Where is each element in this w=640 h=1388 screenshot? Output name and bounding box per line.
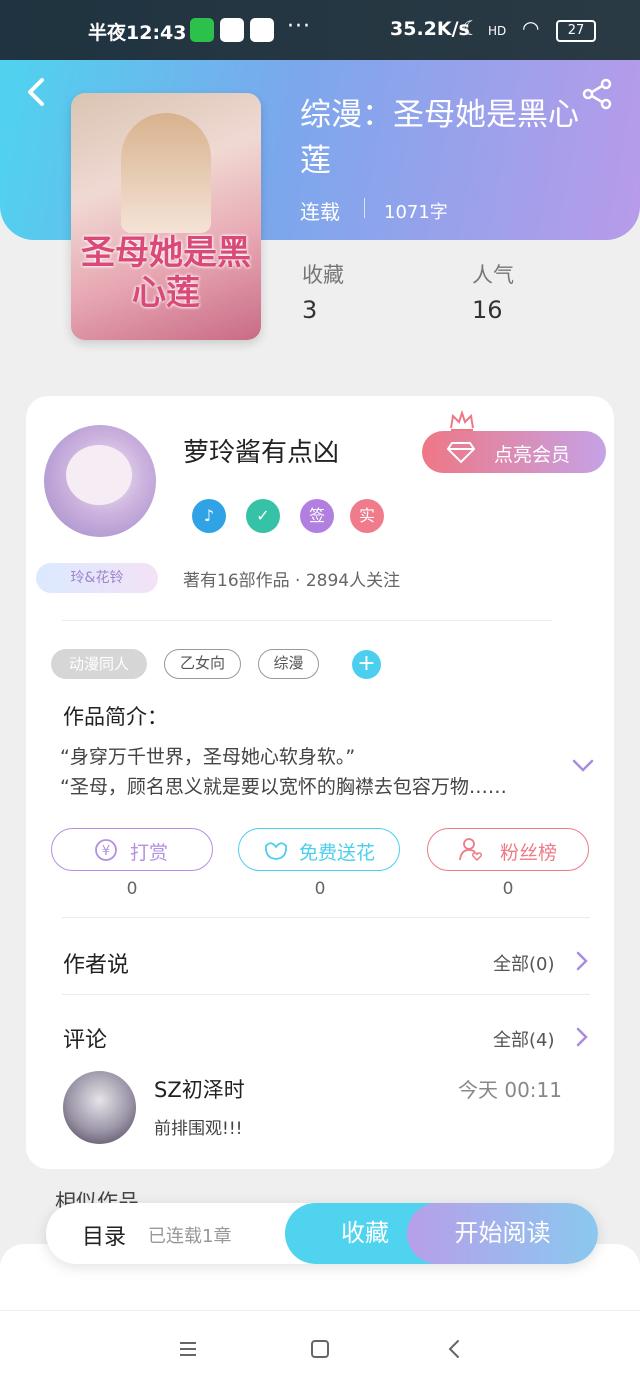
menu-icon[interactable] <box>176 1337 200 1361</box>
handshake-badge-icon: ✓ <box>246 499 280 533</box>
home-icon[interactable] <box>308 1337 332 1361</box>
favorites-count: 3 <box>302 296 318 324</box>
signal-icon: HD <box>488 24 507 38</box>
music-badge-icon: ♪ <box>192 499 226 533</box>
cover-title-art: 圣母她是黑心莲 <box>81 233 251 313</box>
vip-button-label: 点亮会员 <box>494 444 571 466</box>
back-icon[interactable] <box>443 1337 467 1361</box>
back-arrow-icon <box>28 78 44 106</box>
chevron-right-icon[interactable] <box>575 950 589 972</box>
intro-line: “身穿万千世界，圣母她心软身软。” <box>60 746 356 768</box>
chevron-right-icon[interactable] <box>575 1026 589 1048</box>
battery-indicator: 27 <box>556 20 596 42</box>
comment-time: 今天 00:11 <box>458 1078 562 1102</box>
commenter-avatar[interactable] <box>63 1071 136 1144</box>
author-says-all-link[interactable]: 全部(0) <box>493 950 555 976</box>
intro-line: “圣母，顾名思义就是要以宽怀的胸襟去包容万物…… <box>60 776 507 798</box>
author-name[interactable]: 萝玲酱有点凶 <box>183 432 339 469</box>
tip-count: 0 <box>126 879 138 899</box>
divider <box>62 994 590 995</box>
cover-illustration <box>121 113 211 233</box>
crown-icon <box>450 410 474 431</box>
avatar-badge: 玲&花铃 <box>36 563 158 593</box>
wifi-icon: ◠ <box>522 16 540 40</box>
commenter-name[interactable]: SZ初泽时 <box>154 1074 245 1104</box>
author-says-title: 作者说 <box>63 953 130 978</box>
bottom-action-bar: 目录 已连载1章 收藏 开始阅读 <box>46 1203 598 1264</box>
author-meta: 著有16部作品 · 2894人关注 <box>183 571 401 591</box>
book-title: 综漫：圣母她是黑心莲 <box>300 97 579 179</box>
book-word-count: 1071字 <box>384 202 448 223</box>
popularity-count: 16 <box>472 296 503 324</box>
fan-ranking-button[interactable]: 粉丝榜 <box>427 828 589 871</box>
book-status: 连载 <box>300 200 340 224</box>
verified-badge: 实 <box>350 499 384 533</box>
system-nav-bar <box>0 1310 640 1388</box>
status-bar: 半夜12:43 ··· 35.2K/s ☾ HD ◠ 27 <box>0 0 640 60</box>
fan-count: 0 <box>502 879 514 899</box>
qq-icon <box>250 18 274 42</box>
tag-otome[interactable]: 乙女向 <box>164 649 241 679</box>
wechat-icon <box>190 18 214 42</box>
fan-ranking-label: 粉丝榜 <box>500 842 558 864</box>
favorites-label: 收藏 <box>302 263 344 287</box>
book-cover[interactable]: 圣母她是黑心莲 <box>71 93 261 340</box>
divider <box>364 198 365 218</box>
popularity-label: 人气 <box>472 263 514 287</box>
chevron-down-icon[interactable] <box>572 758 594 774</box>
comments-title: 评论 <box>63 1028 108 1053</box>
person-heart-icon <box>459 838 482 862</box>
flower-count: 0 <box>314 879 326 899</box>
signed-badge: 签 <box>300 499 334 533</box>
catalog-button[interactable]: 目录 <box>82 1219 126 1251</box>
network-speed: 35.2K/s <box>390 18 470 40</box>
add-tag-button[interactable]: + <box>352 650 381 679</box>
tip-button-label: 打赏 <box>130 842 169 864</box>
svg-text:¥: ¥ <box>102 844 110 859</box>
chapter-count: 已连载1章 <box>148 1226 232 1247</box>
send-flower-label: 免费送花 <box>299 842 376 864</box>
more-notifications-icon: ··· <box>287 14 311 39</box>
qq-icon <box>220 18 244 42</box>
flower-icon <box>265 842 287 860</box>
vip-button[interactable]: 点亮会员 <box>422 431 606 473</box>
status-time: 半夜12:43 <box>88 22 187 44</box>
divider <box>62 917 590 918</box>
author-avatar[interactable] <box>44 425 156 537</box>
intro-title: 作品简介： <box>63 705 168 729</box>
divider <box>62 620 552 621</box>
yuan-icon: ¥ <box>95 839 117 861</box>
moon-icon: ☾ <box>462 16 480 40</box>
send-flower-button[interactable]: 免费送花 <box>238 828 400 871</box>
comments-all-link[interactable]: 全部(4) <box>493 1026 555 1052</box>
start-reading-button[interactable]: 开始阅读 <box>407 1203 598 1264</box>
tip-button[interactable]: ¥ 打赏 <box>51 828 213 871</box>
comment-text: 前排围观!!! <box>154 1119 243 1139</box>
tag-comprehensive[interactable]: 综漫 <box>258 649 319 679</box>
back-button[interactable] <box>20 74 56 110</box>
diamond-icon <box>446 442 476 464</box>
tag-anime-fanfic[interactable]: 动漫同人 <box>51 649 147 679</box>
